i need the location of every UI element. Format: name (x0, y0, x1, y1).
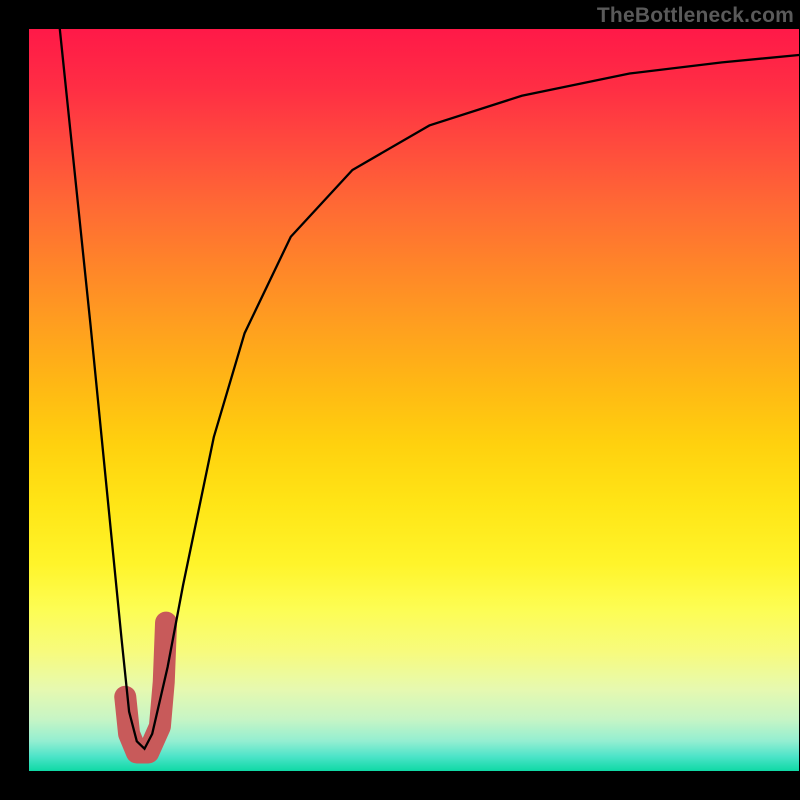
chart-stage: TheBottleneck.com (0, 0, 800, 800)
watermark-text: TheBottleneck.com (597, 4, 794, 28)
chart-svg (29, 29, 799, 771)
highlight-marker (125, 623, 166, 753)
plot-area (29, 29, 799, 771)
